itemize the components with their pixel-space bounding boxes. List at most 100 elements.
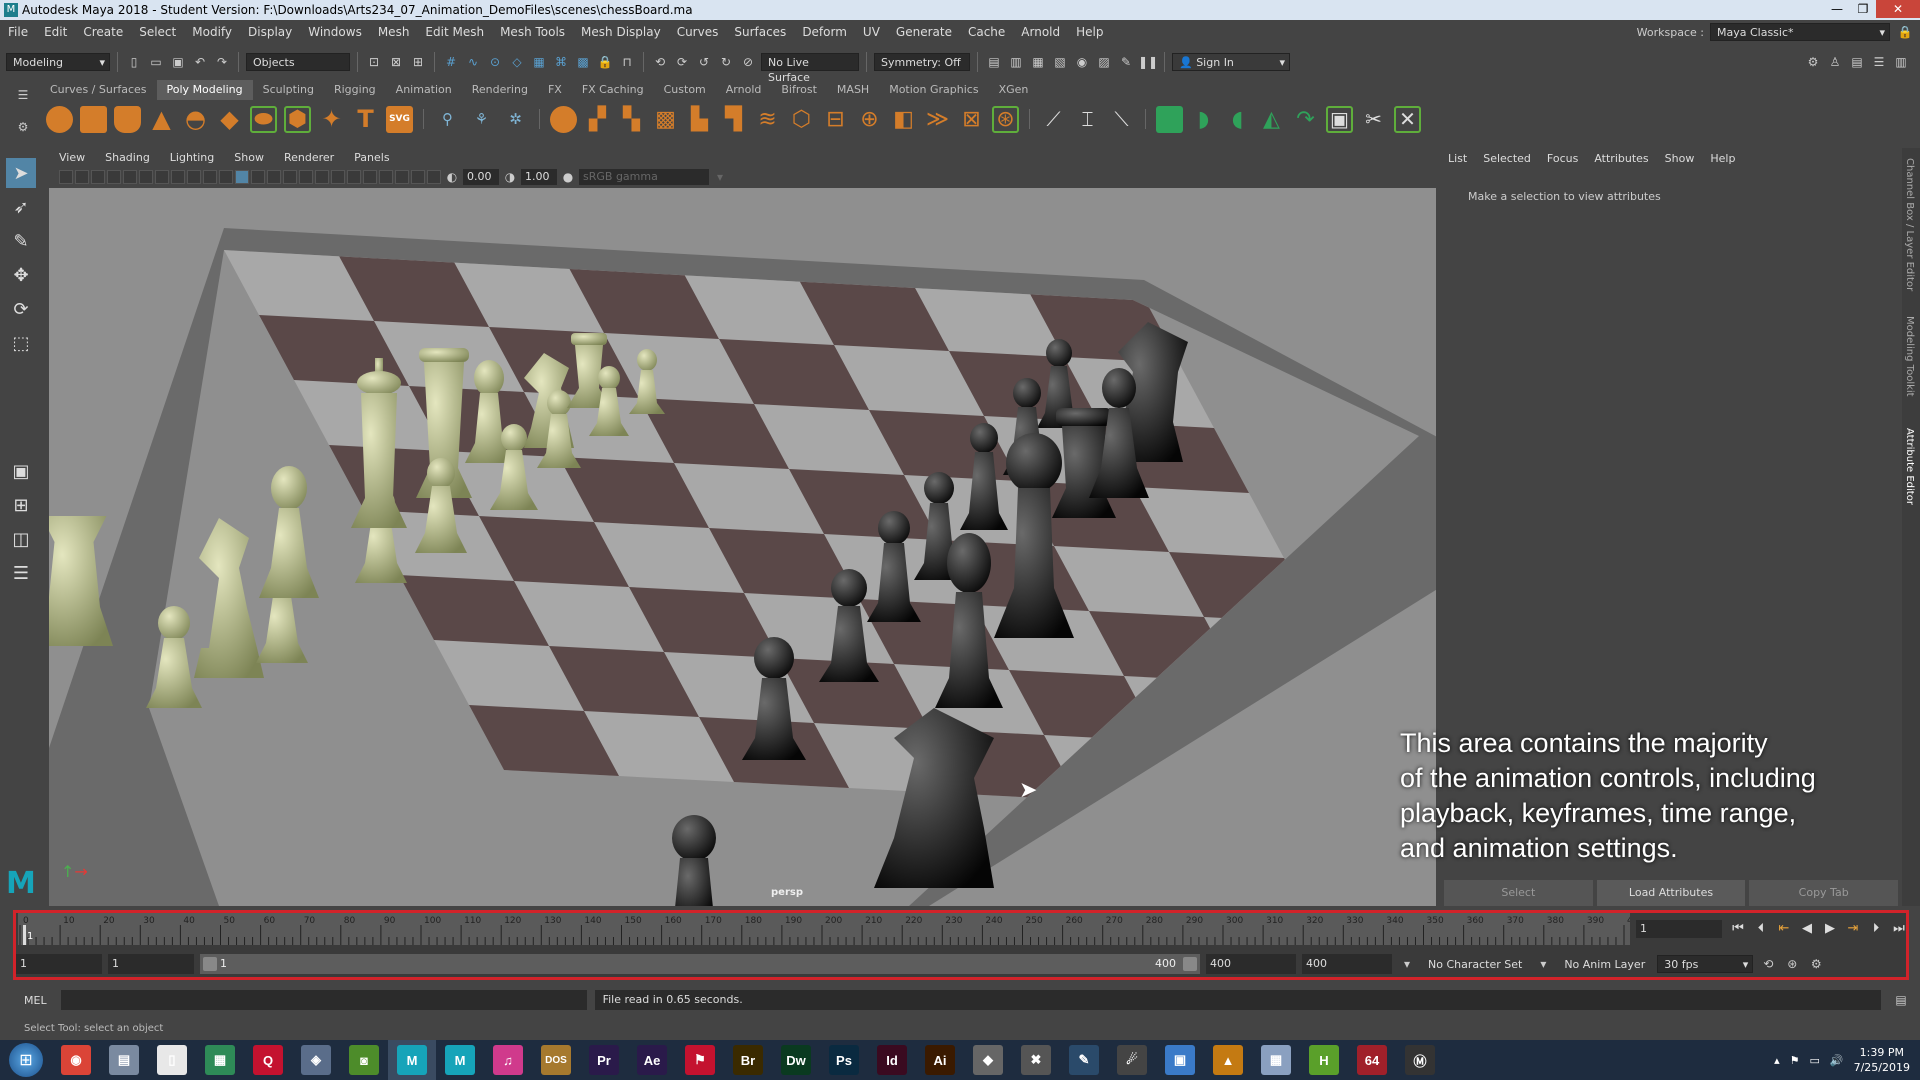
taskbar-spreadsheet[interactable]: ▦ (196, 1040, 244, 1080)
chevron-down-icon[interactable]: ▾ (711, 168, 729, 186)
uv-auto-icon[interactable]: ◭ (1258, 106, 1285, 133)
lock-icon[interactable]: 🔒 (596, 53, 614, 71)
bevel-icon[interactable]: ⊕ (856, 106, 883, 133)
snap-mesh-icon[interactable]: ▩ (574, 53, 592, 71)
lock-icon[interactable]: 🔒 (1896, 23, 1914, 41)
poly-cube-icon[interactable] (80, 105, 107, 133)
render-setup-icon[interactable]: ▨ (1095, 53, 1113, 71)
taskbar-calculator[interactable]: ▦ (1252, 1040, 1300, 1080)
chevron-down-icon[interactable]: ▾ (1398, 955, 1416, 973)
play-backward-icon[interactable]: ◀ (1797, 917, 1817, 939)
xray-joints-icon[interactable] (411, 170, 425, 184)
ipr-render-icon[interactable]: ▦ (1029, 53, 1047, 71)
render-settings-icon[interactable]: ▧ (1051, 53, 1069, 71)
camera-select-icon[interactable] (59, 170, 73, 184)
shelf-tab-animation[interactable]: Animation (386, 80, 462, 100)
animation-end-field[interactable]: 400 (1302, 954, 1392, 974)
character-set-dropdown[interactable]: No Character Set (1422, 958, 1528, 971)
panel-menu-shading[interactable]: Shading (95, 151, 160, 164)
uv-unfold-icon[interactable]: ↷ (1292, 106, 1319, 133)
gate-mask-icon[interactable] (171, 170, 185, 184)
taskbar-medal[interactable]: Ⓜ (1396, 1040, 1444, 1080)
taskbar-chrome[interactable]: ◉ (52, 1040, 100, 1080)
sculpt-tool-icon[interactable]: ⚲ (434, 106, 461, 133)
menu-deform[interactable]: Deform (794, 25, 855, 39)
taskbar-maya-2[interactable]: M (436, 1040, 484, 1080)
panel-menu-show[interactable]: Show (224, 151, 274, 164)
snap-point-icon[interactable]: ⊙ (486, 53, 504, 71)
taskbar-folders[interactable]: ▣ (1156, 1040, 1204, 1080)
flag-icon[interactable]: ⚑ (1790, 1054, 1800, 1067)
menu-edit-mesh[interactable]: Edit Mesh (417, 25, 492, 39)
play-forward-icon[interactable]: ▶ (1820, 917, 1840, 939)
taskbar-quicktime[interactable]: Q (244, 1040, 292, 1080)
taskbar-unity[interactable]: 64 (1348, 1040, 1396, 1080)
panel-menu-lighting[interactable]: Lighting (160, 151, 224, 164)
shelf-tab-curves-surfaces[interactable]: Curves / Surfaces (40, 80, 157, 100)
taskbar-tools[interactable]: ✖ (1012, 1040, 1060, 1080)
current-frame-field[interactable]: 1 (1636, 920, 1722, 938)
menu-mesh-tools[interactable]: Mesh Tools (492, 25, 573, 39)
tray-expand-icon[interactable]: ▴ (1774, 1054, 1780, 1067)
shelf-menu-icon[interactable]: ☰ (14, 86, 32, 104)
playback-start-field[interactable]: 1 (108, 954, 194, 974)
isolate-select-icon[interactable] (379, 170, 393, 184)
lasso-tool-icon[interactable]: ➶ (6, 192, 36, 222)
menu-create[interactable]: Create (75, 25, 131, 39)
outliner-icon[interactable]: ☰ (6, 558, 36, 588)
close-button[interactable]: ✕ (1876, 0, 1920, 18)
extrude-icon[interactable]: ⬡ (788, 106, 815, 133)
menu-help[interactable]: Help (1068, 25, 1111, 39)
sign-in-button[interactable]: 👤 Sign In ▾ (1172, 53, 1290, 71)
clock[interactable]: 1:39 PM 7/25/2019 (1854, 1045, 1910, 1075)
new-scene-icon[interactable]: ▯ (125, 53, 143, 71)
menu-edit[interactable]: Edit (36, 25, 75, 39)
minimize-button[interactable]: — (1824, 0, 1850, 18)
step-forward-icon[interactable]: ⏵ (1866, 917, 1886, 939)
taskbar-premiere[interactable]: Pr (580, 1040, 628, 1080)
menu-windows[interactable]: Windows (300, 25, 370, 39)
panel-menu-panels[interactable]: Panels (344, 151, 399, 164)
attr-menu-show[interactable]: Show (1657, 152, 1703, 165)
shelf-settings-icon[interactable]: ⚙ (14, 118, 32, 136)
menu-file[interactable]: File (0, 25, 36, 39)
tab-channel-box[interactable]: Channel Box / Layer Editor (1904, 158, 1915, 291)
workspace-dropdown[interactable]: Maya Classic* ▾ (1710, 23, 1890, 41)
taskbar-photoshop[interactable]: Ps (820, 1040, 868, 1080)
menu-generate[interactable]: Generate (888, 25, 960, 39)
uv-sew-icon[interactable]: ✕ (1394, 105, 1421, 133)
wireframe-icon[interactable] (219, 170, 233, 184)
select-tool-icon[interactable]: ➤ (6, 158, 36, 188)
lights-icon[interactable] (283, 170, 297, 184)
menu-mesh-display[interactable]: Mesh Display (573, 25, 669, 39)
layout-single-icon[interactable]: ▣ (6, 456, 36, 486)
poly-sphere-icon[interactable] (46, 105, 73, 133)
attr-menu-selected[interactable]: Selected (1475, 152, 1539, 165)
poly-cone-icon[interactable]: ▲ (148, 105, 175, 133)
light-editor-icon[interactable]: ✎ (1117, 53, 1135, 71)
mirror-icon[interactable]: ≋ (754, 106, 781, 133)
shelf-tab-custom[interactable]: Custom (654, 80, 716, 100)
bridge-icon[interactable]: ⊟ (822, 106, 849, 133)
menu-display[interactable]: Display (240, 25, 300, 39)
ambient-occlusion-icon[interactable] (315, 170, 329, 184)
smooth-shade-icon[interactable] (235, 170, 249, 184)
menu-curves[interactable]: Curves (669, 25, 727, 39)
shelf-tab-rendering[interactable]: Rendering (462, 80, 538, 100)
menu-arnold[interactable]: Arnold (1013, 25, 1068, 39)
extract-icon[interactable]: ▚ (618, 106, 645, 133)
pivot-icon[interactable]: ⊘ (739, 53, 757, 71)
panel-menu-renderer[interactable]: Renderer (274, 151, 344, 164)
anim-layer-dropdown[interactable]: No Anim Layer (1558, 958, 1651, 971)
uv-spherical-icon[interactable]: ◖ (1224, 106, 1251, 133)
resolution-gate-icon[interactable] (155, 170, 169, 184)
shelf-tab-mash[interactable]: MASH (827, 80, 879, 100)
append-icon[interactable]: ≫ (924, 106, 951, 133)
taskbar-shield[interactable]: ◈ (292, 1040, 340, 1080)
poly-plane-icon[interactable]: ◆ (216, 105, 243, 133)
menuset-dropdown[interactable]: Modeling ▾ (6, 53, 110, 71)
uv-cut-icon[interactable]: ✂ (1360, 106, 1387, 133)
select-component-icon[interactable]: ⊞ (409, 53, 427, 71)
field-chart-icon[interactable] (187, 170, 201, 184)
animation-start-field[interactable]: 1 (16, 954, 102, 974)
